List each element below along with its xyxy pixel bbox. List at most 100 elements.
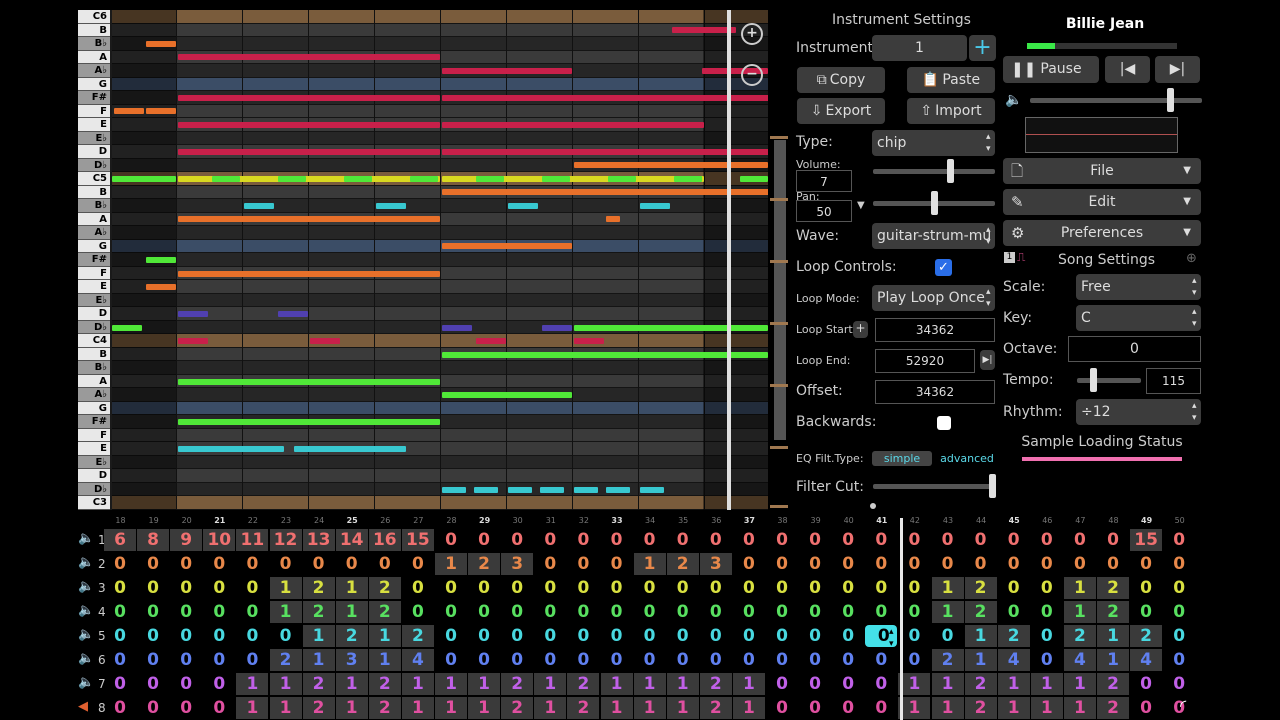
pattern-cell[interactable]: 0 — [1130, 601, 1162, 623]
piano-key[interactable]: D♭ — [78, 320, 110, 335]
loop-mode-select[interactable]: Play Loop Once — [872, 285, 995, 311]
paste-button[interactable]: 📋 Paste — [907, 67, 995, 93]
pattern-cell[interactable]: 0 — [170, 553, 202, 575]
pattern-cell[interactable]: 0 — [832, 625, 864, 647]
pattern-cell[interactable]: 0 — [1163, 649, 1195, 671]
pattern-cell[interactable]: 0 — [170, 649, 202, 671]
pattern-cell[interactable]: 0 — [402, 577, 434, 599]
pattern-cell[interactable]: 2 — [931, 649, 964, 671]
pattern-cell[interactable]: 0 — [501, 649, 533, 671]
tempo-slider[interactable] — [1077, 378, 1141, 383]
piano-key[interactable]: D♭ — [78, 482, 110, 497]
pattern-cell[interactable]: 0 — [667, 649, 699, 671]
pattern-cell[interactable]: 0 — [601, 529, 633, 551]
pan-field[interactable]: 50 — [796, 200, 852, 222]
pattern-cell[interactable]: 0 — [402, 601, 434, 623]
playhead[interactable] — [727, 10, 731, 510]
pattern-cell[interactable]: 0 — [799, 673, 831, 695]
pattern-cell[interactable]: 0 — [667, 577, 699, 599]
note[interactable] — [212, 175, 240, 182]
pattern-cell[interactable]: 12 — [269, 529, 302, 551]
pattern-cell[interactable]: 0 — [104, 649, 136, 671]
pattern-cell[interactable]: 0 — [468, 577, 500, 599]
pattern-cell[interactable]: 0 — [468, 529, 500, 551]
pattern-cell[interactable]: 0 — [601, 577, 633, 599]
pattern-cell[interactable]: 0 — [700, 577, 732, 599]
piano-key[interactable]: G — [78, 239, 110, 254]
note[interactable] — [442, 67, 572, 74]
pattern-cell[interactable]: 14 — [335, 529, 368, 551]
crosshair-icon[interactable]: ⊕ — [1186, 251, 1197, 266]
pattern-cell[interactable]: 0 — [832, 697, 864, 719]
piano-key[interactable]: G — [78, 77, 110, 92]
note[interactable] — [146, 108, 176, 115]
pattern-cell[interactable]: 0 — [766, 697, 798, 719]
piano-key[interactable]: C5 — [78, 172, 110, 186]
pattern-cell[interactable]: 0 — [435, 577, 467, 599]
pattern-cell[interactable]: 0 — [865, 577, 897, 599]
preferences-menu-button[interactable]: ⚙ Preferences ▼ — [1003, 220, 1201, 246]
pattern-cell[interactable]: 0 — [567, 601, 599, 623]
pattern-cell[interactable]: 2 — [964, 601, 997, 623]
note[interactable] — [508, 486, 532, 493]
pattern-cell[interactable]: 11 — [236, 529, 269, 551]
pattern-cell[interactable]: 0 — [137, 697, 169, 719]
pattern-cell[interactable]: 0 — [402, 553, 434, 575]
pattern-cell[interactable]: 1 — [335, 673, 368, 695]
pattern-cell[interactable]: 0 — [832, 673, 864, 695]
piano-key[interactable]: D — [78, 145, 110, 159]
note[interactable] — [146, 40, 176, 47]
pattern-cell[interactable]: 0 — [700, 649, 732, 671]
note[interactable] — [542, 324, 572, 331]
pattern-cell[interactable]: 0 — [435, 625, 467, 647]
pattern-cell[interactable]: 1 — [269, 601, 302, 623]
eq-point-icon[interactable] — [870, 503, 876, 509]
pattern-cell[interactable]: 1 — [931, 697, 964, 719]
pattern-cell[interactable]: 15 — [401, 529, 434, 551]
pattern-cell[interactable]: 0 — [170, 697, 202, 719]
pattern-cell[interactable]: 0 — [700, 529, 732, 551]
file-menu-button[interactable]: 🗋 File ▼ — [1003, 158, 1201, 184]
pattern-cell[interactable]: 2 — [1097, 673, 1129, 695]
pattern-cell[interactable]: 0 — [137, 553, 169, 575]
loop-start-plus-button[interactable]: + — [853, 321, 868, 338]
pattern-cell[interactable]: 0 — [104, 577, 136, 599]
pattern-cell[interactable]: 0 — [236, 577, 268, 599]
note[interactable] — [178, 311, 208, 318]
pattern-cell[interactable]: 1 — [534, 673, 567, 695]
pattern-cell[interactable]: 15 — [1130, 529, 1163, 551]
pattern-cell[interactable]: 0 — [1163, 529, 1195, 551]
pattern-cell[interactable]: 0 — [898, 649, 930, 671]
pattern-cell[interactable]: 0 — [236, 553, 268, 575]
piano-key[interactable]: F — [78, 104, 110, 119]
pattern-cell[interactable]: 3 — [699, 553, 732, 575]
zoom-in-button[interactable]: + — [741, 23, 763, 45]
pattern-cell[interactable]: 0 — [1163, 553, 1195, 575]
pattern-cell[interactable]: 4 — [1130, 649, 1163, 671]
pattern-cell[interactable]: 1 — [435, 673, 467, 695]
pattern-cell[interactable]: 9 — [170, 529, 203, 551]
piano-key[interactable]: C6 — [78, 10, 110, 24]
offset-field[interactable]: 34362 — [875, 380, 995, 404]
pattern-cell[interactable]: 2 — [368, 577, 401, 599]
next-bar-button[interactable]: ▶| — [1155, 56, 1200, 83]
note[interactable] — [112, 175, 176, 182]
pattern-cell[interactable]: 0 — [170, 673, 202, 695]
note[interactable] — [178, 419, 440, 426]
pattern-cell[interactable]: 0 — [799, 577, 831, 599]
pattern-cell[interactable]: 0 — [1031, 577, 1063, 599]
pattern-cell[interactable]: 2 — [302, 577, 335, 599]
note[interactable] — [442, 392, 572, 399]
pattern-cell[interactable]: 0 — [1163, 625, 1195, 647]
pattern-cell[interactable]: 1 — [732, 673, 765, 695]
note[interactable] — [178, 94, 440, 101]
pattern-cell[interactable]: 2 — [335, 625, 368, 647]
pattern-cell[interactable]: 0 — [865, 553, 897, 575]
pattern-cell[interactable]: 0 — [766, 649, 798, 671]
pattern-cell[interactable]: 0 — [203, 601, 235, 623]
piano-key[interactable]: D — [78, 469, 110, 483]
pattern-cell[interactable]: 1 — [236, 697, 269, 719]
note[interactable] — [442, 189, 768, 196]
piano-key[interactable]: E — [78, 118, 110, 132]
pattern-cell[interactable]: 0 — [932, 553, 964, 575]
